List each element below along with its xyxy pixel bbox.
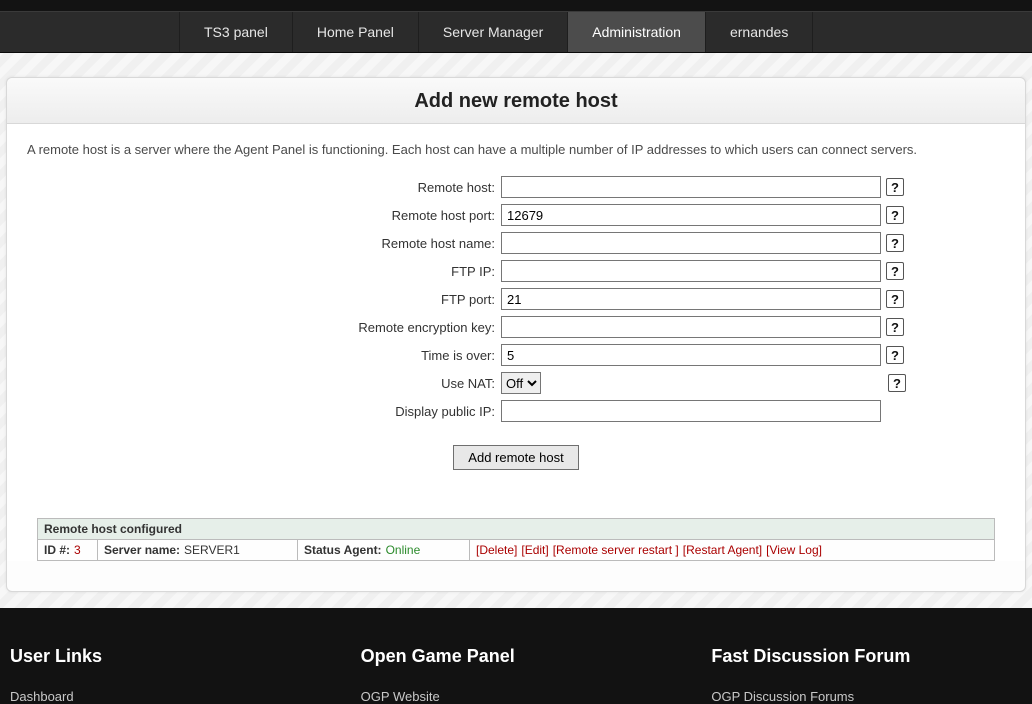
status-label: Status Agent: [304, 543, 382, 557]
top-strip [0, 0, 1032, 11]
cell-id: ID #: 3 [38, 540, 98, 560]
row-remote-host-name: Remote host name: ? [126, 231, 906, 255]
input-ftp-ip[interactable] [501, 260, 881, 282]
footer: User Links Dashboard Open Game Panel OGP… [0, 608, 1032, 704]
help-icon[interactable]: ? [886, 318, 904, 336]
input-encryption-key[interactable] [501, 316, 881, 338]
action-restart-agent[interactable]: [Restart Agent] [683, 543, 762, 557]
action-view-log[interactable]: [View Log] [766, 543, 822, 557]
cell-server-name: Server name: SERVER1 [98, 540, 298, 560]
page-header: Add new remote host [7, 78, 1025, 124]
id-label: ID #: [44, 543, 70, 557]
form: Remote host: ? Remote host port: ? Remot… [27, 175, 1005, 423]
input-ftp-port[interactable] [501, 288, 881, 310]
action-restart-server[interactable]: [Remote server restart ] [553, 543, 679, 557]
intro-text: A remote host is a server where the Agen… [27, 142, 1005, 157]
row-encryption-key: Remote encryption key: ? [126, 315, 906, 339]
help-icon[interactable]: ? [886, 206, 904, 224]
row-timeout: Time is over: ? [126, 343, 906, 367]
label-remote-host: Remote host: [126, 180, 501, 195]
footer-col-user-links: User Links Dashboard [10, 646, 321, 704]
footer-title-forum: Fast Discussion Forum [711, 646, 1022, 667]
row-use-nat: Use NAT: Off ? [126, 371, 906, 395]
table-caption: Remote host configured [38, 519, 994, 540]
remote-host-table: Remote host configured ID #: 3 Server na… [37, 518, 995, 561]
cell-actions: [Delete] [Edit] [Remote server restart ]… [470, 540, 994, 560]
nav-item-server-manager[interactable]: Server Manager [418, 12, 568, 52]
input-timeout[interactable] [501, 344, 881, 366]
row-display-public-ip: Display public IP: [126, 399, 906, 423]
row-ftp-port: FTP port: ? [126, 287, 906, 311]
input-display-public-ip[interactable] [501, 400, 881, 422]
add-remote-host-button[interactable]: Add remote host [453, 445, 578, 470]
nav-item-ts3-panel[interactable]: TS3 panel [179, 12, 293, 52]
table-row: ID #: 3 Server name: SERVER1 Status Agen… [38, 540, 994, 560]
page-panel: Add new remote host A remote host is a s… [6, 77, 1026, 592]
input-remote-host-name[interactable] [501, 232, 881, 254]
label-remote-host-name: Remote host name: [126, 236, 501, 251]
help-icon[interactable]: ? [886, 346, 904, 364]
cell-status: Status Agent: Online [298, 540, 470, 560]
footer-link-discussion-forums[interactable]: OGP Discussion Forums [711, 689, 854, 704]
page-body: A remote host is a server where the Agen… [7, 124, 1025, 561]
help-icon[interactable]: ? [886, 290, 904, 308]
help-icon[interactable]: ? [886, 262, 904, 280]
id-value: 3 [74, 543, 81, 557]
page-title: Add new remote host [7, 90, 1025, 113]
footer-col-ogp: Open Game Panel OGP Website [361, 646, 672, 704]
label-timeout: Time is over: [126, 348, 501, 363]
row-ftp-ip: FTP IP: ? [126, 259, 906, 283]
row-remote-host: Remote host: ? [126, 175, 906, 199]
label-ftp-port: FTP port: [126, 292, 501, 307]
input-remote-host-port[interactable] [501, 204, 881, 226]
help-icon[interactable]: ? [886, 178, 904, 196]
footer-link-dashboard[interactable]: Dashboard [10, 689, 74, 704]
footer-title-user-links: User Links [10, 646, 321, 667]
server-name-label: Server name: [104, 543, 180, 557]
help-icon[interactable]: ? [886, 234, 904, 252]
nav-item-home-panel[interactable]: Home Panel [292, 12, 419, 52]
server-name-value: SERVER1 [184, 543, 240, 557]
input-remote-host[interactable] [501, 176, 881, 198]
row-remote-host-port: Remote host port: ? [126, 203, 906, 227]
label-display-public-ip: Display public IP: [126, 404, 501, 419]
footer-title-ogp: Open Game Panel [361, 646, 672, 667]
action-delete[interactable]: [Delete] [476, 543, 517, 557]
label-ftp-ip: FTP IP: [126, 264, 501, 279]
status-value: Online [386, 543, 421, 557]
action-edit[interactable]: [Edit] [521, 543, 548, 557]
footer-link-ogp-website[interactable]: OGP Website [361, 689, 440, 704]
help-icon[interactable]: ? [888, 374, 906, 392]
label-use-nat: Use NAT: [126, 376, 501, 391]
label-remote-host-port: Remote host port: [126, 208, 501, 223]
nav-item-user[interactable]: ernandes [705, 12, 813, 52]
main-navigation: TS3 panel Home Panel Server Manager Admi… [0, 11, 1032, 53]
footer-col-forum: Fast Discussion Forum OGP Discussion For… [711, 646, 1022, 704]
nav-item-administration[interactable]: Administration [567, 12, 706, 52]
select-use-nat[interactable]: Off [501, 372, 541, 394]
label-encryption-key: Remote encryption key: [126, 320, 501, 335]
